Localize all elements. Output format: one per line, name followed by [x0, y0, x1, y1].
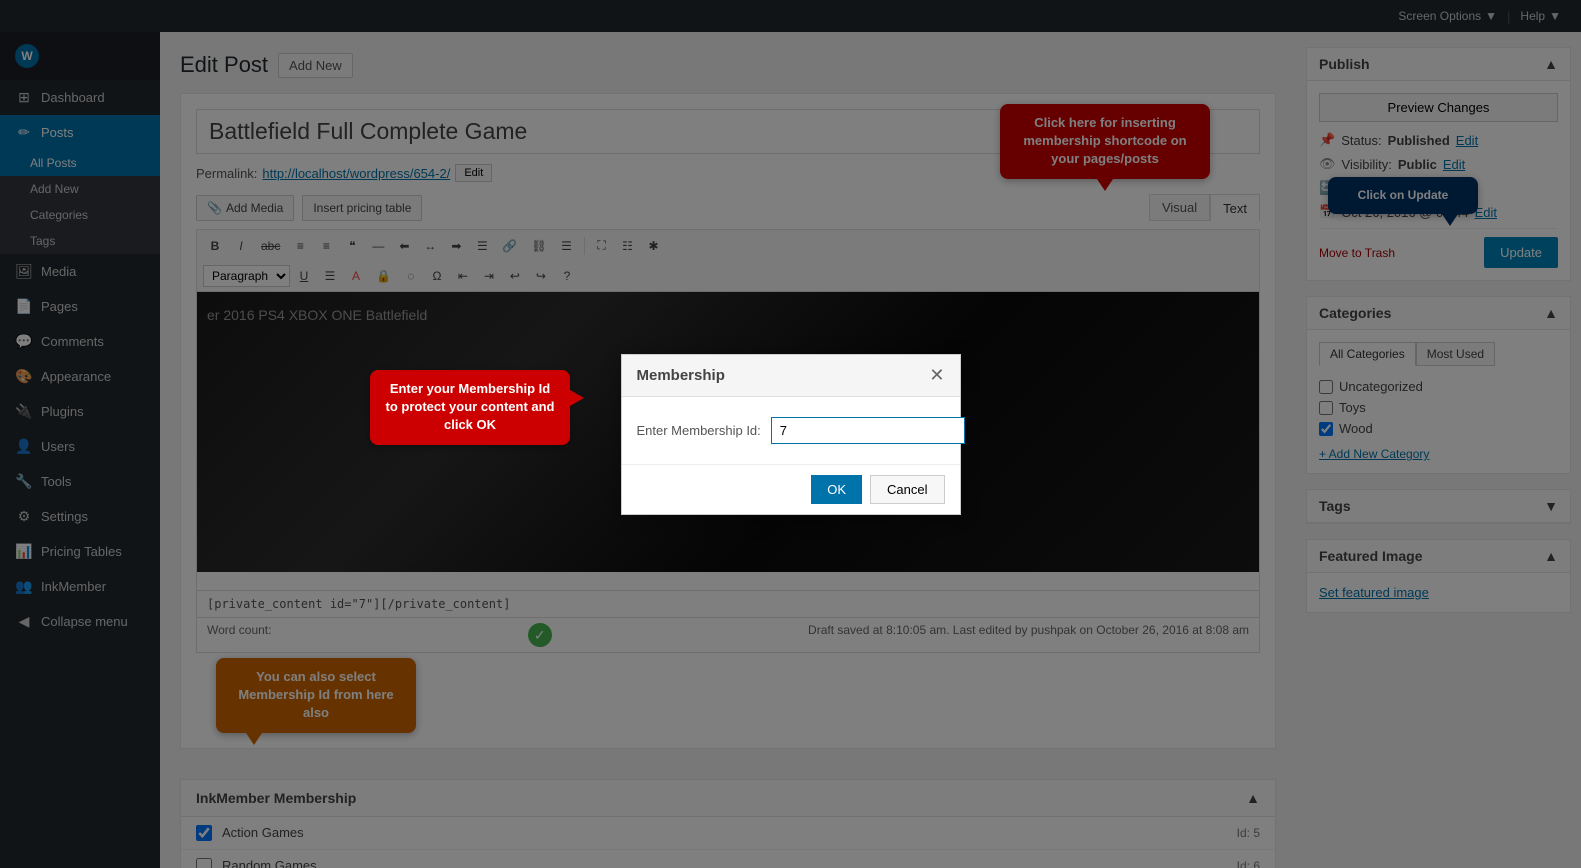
modal-overlay: Membership ✕ Enter Membership Id: OK Can… [0, 0, 1581, 868]
modal-title: Membership [637, 367, 725, 384]
modal-close-button[interactable]: ✕ [929, 365, 944, 386]
membership-id-input[interactable] [771, 417, 965, 444]
modal-field-label: Enter Membership Id: [637, 423, 761, 438]
modal-field-row: Enter Membership Id: [637, 417, 945, 444]
modal-ok-button[interactable]: OK [811, 475, 862, 504]
modal-footer: OK Cancel [622, 464, 960, 514]
modal-close-icon: ✕ [929, 365, 944, 385]
modal-cancel-button[interactable]: Cancel [870, 475, 944, 504]
callout-enter-membership: Enter your Membership Id to protect your… [370, 370, 570, 445]
membership-modal: Membership ✕ Enter Membership Id: OK Can… [621, 354, 961, 515]
modal-header: Membership ✕ [622, 355, 960, 397]
modal-body: Enter Membership Id: [622, 397, 960, 464]
